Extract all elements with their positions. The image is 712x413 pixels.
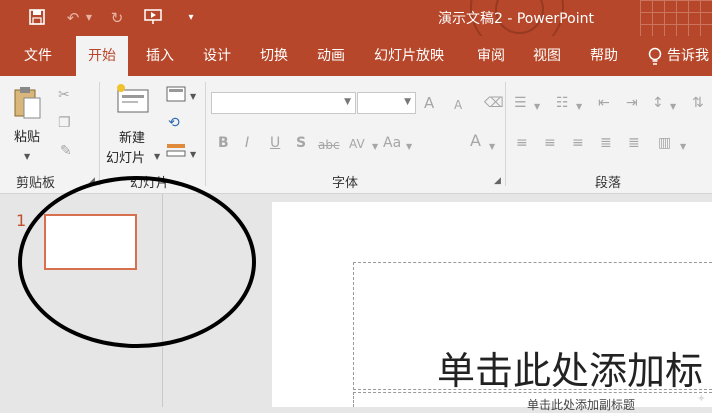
tab-design[interactable]: 设计 [203,36,231,76]
justify-icon[interactable]: ≣ [600,134,612,152]
align-left-icon[interactable]: ≡ [516,134,528,152]
present-from-start-icon[interactable] [144,9,162,27]
change-case-button[interactable]: Aa [383,134,401,152]
dialog-launcher-icon[interactable]: ◢ [88,176,95,186]
decrease-indent-icon[interactable]: ⇤ [598,94,610,112]
window-title: 演示文稿2 - PowerPoint [438,11,594,27]
tab-slideshow[interactable]: 幻灯片放映 [374,36,444,76]
align-center-icon[interactable]: ≡ [544,134,556,152]
copy-icon[interactable]: ❐ [58,114,71,132]
bold-button[interactable]: B [218,134,229,152]
tell-me-search[interactable]: 告诉我 [667,36,709,76]
clipboard-group-label: 剪贴板 [16,176,56,191]
paste-button[interactable]: 粘贴 [14,126,40,145]
new-slide-button[interactable]: 幻灯片 [106,147,145,166]
chevron-down-icon[interactable]: ▼ [84,9,94,27]
increase-indent-icon[interactable]: ⇥ [626,94,638,112]
dialog-launcher-icon[interactable]: ◢ [494,176,501,186]
chevron-down-icon[interactable]: ▼ [372,138,378,156]
distributed-icon[interactable]: ≣ [628,134,640,152]
font-name-select[interactable]: ▼ [211,92,356,114]
tab-transitions[interactable]: 切换 [260,36,288,76]
format-painter-icon[interactable]: ✎ [60,142,72,160]
ribbon-home: 粘贴 ▼ ✂ ❐ ✎ 剪贴板 ◢ 新建 幻灯片 ▼ ▼ ⟲ ▼ 幻灯片 ▼ ▼ … [0,76,712,194]
clear-formatting-icon[interactable]: ⌫ [484,94,504,112]
slide-number: 1 [16,211,27,230]
paste-icon[interactable] [12,84,42,120]
chevron-down-icon[interactable]: ▼ [24,148,30,166]
underline-button[interactable]: U [270,134,280,152]
bullets-icon[interactable]: ☰ [514,94,527,112]
shadow-button[interactable]: S [296,134,306,152]
chevron-down-icon[interactable]: ▼ [680,138,686,156]
chevron-down-icon[interactable]: ▼ [154,148,160,166]
ribbon-tab-bar: 文件 开始 插入 设计 切换 动画 幻灯片放映 审阅 视图 帮助 告诉我 [0,36,712,76]
paragraph-group-label: 段落 [595,176,622,191]
shrink-font-button[interactable]: A [454,96,462,114]
numbering-icon[interactable]: ☷ [556,94,569,112]
chevron-down-icon[interactable]: ▼ [534,98,540,116]
title-bar: ↶ ▼ ↻ ▾ 演示文稿2 - PowerPoint [0,0,712,70]
watermark-icon: ✦ [696,392,706,405]
group-separator [99,82,100,186]
chevron-down-icon: ▼ [404,97,411,107]
redo-icon[interactable]: ↻ [108,9,126,27]
section-icon[interactable] [166,142,186,163]
cut-icon[interactable]: ✂ [58,86,70,104]
lightbulb-icon [647,36,663,76]
tab-insert[interactable]: 插入 [146,36,174,76]
tab-view[interactable]: 视图 [533,36,561,76]
chevron-down-icon[interactable]: ▼ [576,98,582,116]
align-right-icon[interactable]: ≡ [572,134,584,152]
save-icon[interactable] [28,9,46,27]
strikethrough-button[interactable]: abc [318,136,340,154]
columns-icon[interactable]: ▥ [658,134,671,152]
chevron-down-icon[interactable]: ▼ [670,98,676,116]
italic-button[interactable]: I [245,134,249,152]
chevron-down-icon: ▼ [344,97,351,107]
undo-icon[interactable]: ↶ [64,9,82,27]
slides-group-label: 幻灯片 [130,176,170,191]
chevron-down-icon[interactable]: ▼ [190,146,196,164]
slide-thumbnail[interactable] [44,214,137,270]
new-slide-label-1[interactable]: 新建 [119,127,145,146]
customize-qat-icon[interactable]: ▾ [182,9,200,27]
subtitle-placeholder-text[interactable]: 单击此处添加副标题 [527,396,635,413]
line-spacing-icon[interactable]: ↕ [652,94,664,112]
reset-icon[interactable]: ⟲ [168,114,180,132]
text-direction-icon[interactable]: ⇅ [692,94,704,112]
font-size-select[interactable]: ▼ [357,92,416,114]
chevron-down-icon[interactable]: ▼ [489,138,495,156]
new-slide-icon[interactable] [114,82,152,116]
chevron-down-icon[interactable]: ▼ [406,138,412,156]
tab-animations[interactable]: 动画 [317,36,345,76]
chevron-down-icon[interactable]: ▼ [190,88,196,106]
group-separator [205,82,206,186]
group-separator [505,82,506,186]
grow-font-button[interactable]: A [424,94,434,112]
title-placeholder-text[interactable]: 单击此处添加标 [437,340,703,395]
tab-file[interactable]: 文件 [24,36,52,76]
tab-review[interactable]: 审阅 [477,36,505,76]
slide-thumbnail-pane: 1 [0,194,163,407]
tab-home[interactable]: 开始 [76,36,128,76]
font-group-label: 字体 [332,176,359,191]
char-spacing-button[interactable]: AV [349,135,365,153]
font-color-button[interactable]: A [470,132,481,150]
tab-help[interactable]: 帮助 [590,36,618,76]
layout-icon[interactable] [166,86,186,107]
